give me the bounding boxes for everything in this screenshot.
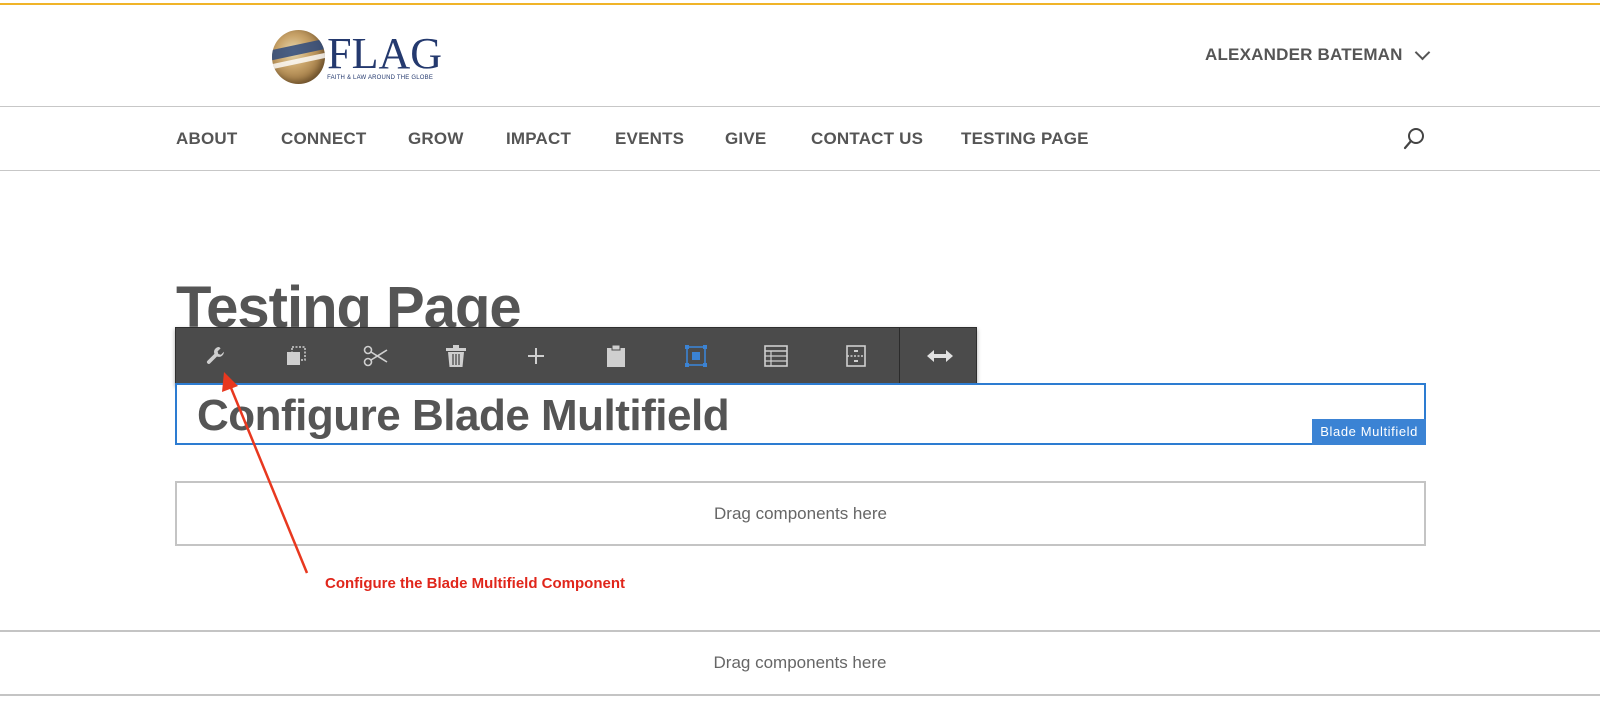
nav-item-impact[interactable]: IMPACT — [506, 129, 571, 149]
user-name: ALEXANDER BATEMAN — [1205, 45, 1403, 64]
main-nav: ABOUT CONNECT GROW IMPACT EVENTS GIVE CO… — [0, 107, 1600, 171]
drop-zone-outer-label: Drag components here — [713, 653, 887, 672]
clipboard-icon — [607, 344, 625, 367]
copy-button[interactable] — [256, 328, 336, 384]
drop-zone-outer[interactable]: Drag components here — [0, 630, 1600, 696]
group-select-icon — [685, 345, 707, 367]
blade-multifield-component[interactable]: Configure Blade Multifield Blade Multifi… — [175, 383, 1426, 445]
delete-button[interactable] — [416, 328, 496, 384]
globe-logo-icon — [272, 30, 326, 84]
cut-button[interactable] — [336, 328, 416, 384]
nav-item-contact-us[interactable]: CONTACT US — [811, 129, 923, 149]
user-menu[interactable]: ALEXANDER BATEMAN — [1205, 44, 1430, 65]
drop-zone-inner[interactable]: Drag components here — [175, 481, 1426, 546]
nav-item-connect[interactable]: CONNECT — [281, 129, 366, 149]
plus-icon — [528, 348, 544, 364]
nav-item-testing-page[interactable]: TESTING PAGE — [961, 129, 1089, 149]
search-icon[interactable] — [1402, 127, 1426, 151]
copy-icon — [287, 346, 306, 365]
blade-heading: Configure Blade Multifield — [197, 391, 730, 440]
table-layout-icon — [764, 345, 788, 367]
component-name-badge: Blade Multifield — [1312, 419, 1426, 445]
logo-word: FLAG — [327, 28, 442, 78]
paste-button[interactable] — [576, 328, 656, 384]
nav-item-grow[interactable]: GROW — [408, 129, 464, 149]
chevron-down-icon — [1414, 44, 1430, 60]
nav-item-about[interactable]: ABOUT — [176, 129, 237, 149]
drop-zone-inner-label: Drag components here — [714, 503, 887, 523]
nav-item-events[interactable]: EVENTS — [615, 129, 684, 149]
site-logo[interactable]: FLAG FAITH & LAW AROUND THE GLOBE — [272, 27, 442, 87]
trash-icon — [446, 345, 466, 367]
resize-button[interactable] — [900, 328, 980, 384]
parent-select-icon — [846, 345, 866, 367]
wrench-icon — [206, 347, 224, 364]
logo-tagline: FAITH & LAW AROUND THE GLOBE — [327, 74, 434, 81]
parent-button[interactable] — [816, 328, 896, 384]
component-edit-toolbar — [175, 327, 977, 385]
layout-button[interactable] — [736, 328, 816, 384]
configure-button[interactable] — [176, 328, 256, 384]
resize-arrows-icon — [927, 350, 953, 362]
group-button[interactable] — [656, 328, 736, 384]
logo-text: FLAG FAITH & LAW AROUND THE GLOBE — [327, 28, 442, 81]
insert-button[interactable] — [496, 328, 576, 384]
site-header: FLAG FAITH & LAW AROUND THE GLOBE ALEXAN… — [0, 5, 1600, 107]
nav-item-give[interactable]: GIVE — [725, 129, 766, 149]
annotation-note: Configure the Blade Multifield Component — [325, 575, 625, 592]
scissors-icon — [363, 345, 388, 367]
